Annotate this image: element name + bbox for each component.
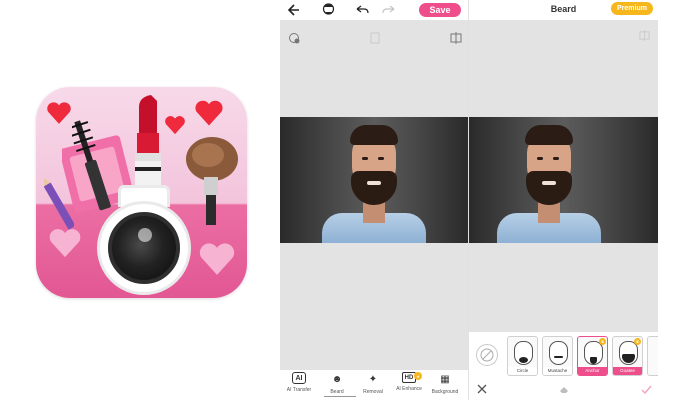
heart-icon <box>48 227 82 259</box>
beard <box>351 171 397 205</box>
app-icon <box>36 87 247 298</box>
beard-option-goatee[interactable]: ♛ Goatee <box>612 336 643 376</box>
mouth <box>542 181 556 185</box>
active-tool-indicator <box>324 396 356 397</box>
crown-icon: ♛ <box>634 338 641 345</box>
background-icon: ▦ <box>440 373 450 385</box>
beard-option-circle[interactable]: Circle <box>507 336 538 376</box>
face-detect-icon[interactable] <box>288 32 300 47</box>
eye <box>553 157 559 160</box>
compare-icon[interactable] <box>370 32 380 47</box>
mascara-brush-icon <box>68 117 112 217</box>
heart-icon <box>194 99 224 127</box>
heart-icon <box>198 241 236 277</box>
premium-button[interactable]: Premium <box>611 2 653 15</box>
beard-screen: Beard Premium Circle Mustache ♛ Anchor ♛… <box>469 0 658 400</box>
beard-icon: ☻ <box>331 373 343 385</box>
hair <box>525 125 573 145</box>
face-avatar-icon[interactable] <box>320 1 336 19</box>
beard-option-mustache[interactable]: Mustache <box>542 336 573 376</box>
undo-icon[interactable] <box>354 1 370 19</box>
beard-preview <box>519 357 528 363</box>
tool-ai-enhance[interactable]: HD ★ AI Enhance <box>392 372 426 400</box>
arrow-left-icon[interactable] <box>286 1 302 19</box>
makeup-brush-icon <box>182 135 244 225</box>
close-icon[interactable] <box>475 382 489 396</box>
crown-icon: ♛ <box>599 338 606 345</box>
save-button[interactable]: Save <box>419 3 461 17</box>
redo-icon[interactable] <box>380 1 396 19</box>
beard-option-anchor[interactable]: ♛ Anchor <box>577 336 608 376</box>
tool-background[interactable]: ▦ Background <box>428 372 462 400</box>
face-thumbnail <box>549 341 568 365</box>
beard-preview <box>554 356 563 358</box>
action-bar <box>469 378 658 400</box>
split-view-icon[interactable] <box>639 30 650 44</box>
tool-ai-transfer[interactable]: AI AI Transfer <box>282 372 316 400</box>
beard-preview <box>590 357 597 364</box>
check-icon[interactable] <box>639 382 653 396</box>
editor-screen: Save AI AI Transfer ☻ Beard ✦ Removal HD… <box>280 0 468 400</box>
eye <box>378 157 384 160</box>
premium-badge-icon: ★ <box>414 372 422 380</box>
heart-icon <box>164 115 186 135</box>
photo-canvas[interactable] <box>469 20 658 370</box>
beard <box>526 171 572 205</box>
portrait-photo <box>469 117 658 243</box>
eyeliner-pencil-icon <box>43 173 76 233</box>
photo-canvas[interactable] <box>280 20 468 370</box>
portrait-photo <box>280 117 468 243</box>
hair <box>350 125 398 145</box>
ai-transfer-icon: AI <box>292 372 306 384</box>
editor-topbar: Save <box>280 0 468 20</box>
lens-glint <box>138 228 152 242</box>
eye <box>362 157 368 160</box>
beard-style-selector: Circle Mustache ♛ Anchor ♛ Goatee <box>469 332 658 376</box>
tools-bar: AI AI Transfer ☻ Beard ✦ Removal HD ★ AI… <box>280 370 468 400</box>
eraser-icon[interactable] <box>557 382 571 396</box>
eye <box>537 157 543 160</box>
magic-wand-icon: ✦ <box>368 373 378 385</box>
beard-topbar: Beard Premium <box>469 0 658 20</box>
beard-option-next[interactable] <box>647 336 658 376</box>
split-view-icon[interactable] <box>450 32 462 47</box>
no-beard-icon[interactable] <box>476 344 498 366</box>
heart-icon <box>46 101 72 125</box>
mouth <box>367 181 381 185</box>
tool-removal[interactable]: ✦ Removal <box>356 372 390 400</box>
camera-lens-icon <box>108 212 180 284</box>
